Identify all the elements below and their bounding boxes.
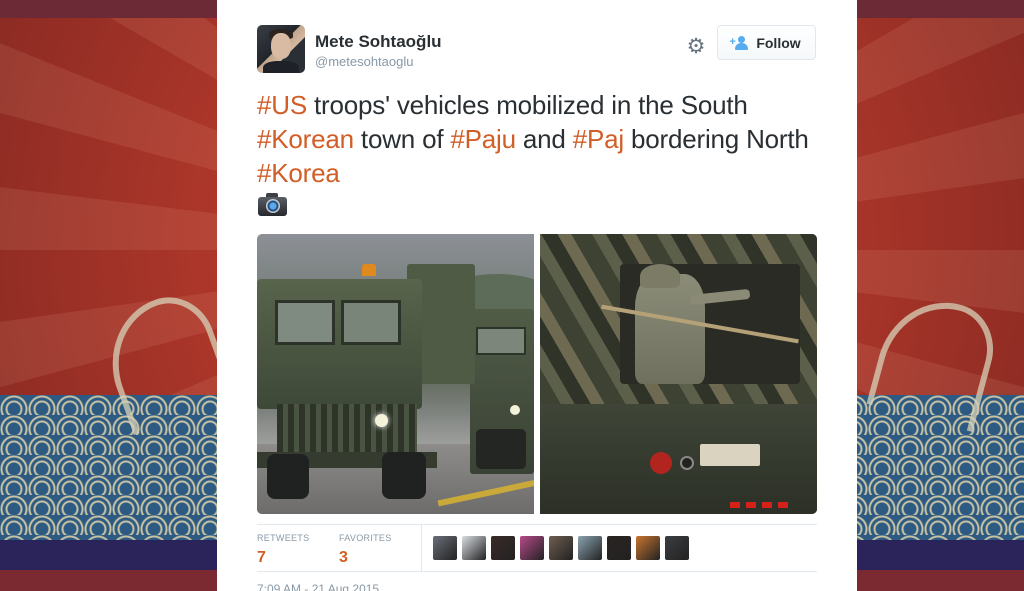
tweet-text-segment: bordering North — [623, 124, 809, 154]
stats-divider — [257, 524, 817, 525]
user-avatar-9[interactable] — [665, 536, 689, 560]
author-handle[interactable]: @metesohtaoglu — [315, 54, 413, 69]
tweet-photo-trucks[interactable] — [257, 234, 534, 514]
camera-icon — [258, 193, 287, 217]
tweet-text-segment: and — [515, 124, 573, 154]
hashtag-link[interactable]: #Paj — [573, 124, 624, 154]
retweets-label: RETWEETS — [257, 533, 310, 543]
retweets-stat[interactable]: RETWEETS 7 — [257, 533, 309, 567]
gear-icon[interactable]: ⚙ — [685, 35, 707, 57]
tweet-photo-soldiers[interactable] — [540, 234, 817, 514]
user-avatar-6[interactable] — [578, 536, 602, 560]
tweet-timestamp[interactable]: 7:09 AM - 21 Aug 2015 — [257, 582, 379, 591]
tweet-header: Mete Sohtaoğlu @metesohtaoglu ⚙ + Follow — [257, 25, 817, 75]
user-avatar-2[interactable] — [462, 536, 486, 560]
favoriter-avatars — [433, 536, 689, 560]
user-avatar-1[interactable] — [433, 536, 457, 560]
tweet-text-segment: town of — [353, 124, 451, 154]
tweet-card: Mete Sohtaoğlu @metesohtaoglu ⚙ + Follow… — [217, 0, 857, 591]
favorites-count: 3 — [339, 549, 348, 566]
follow-button[interactable]: + Follow — [717, 25, 816, 60]
footer-divider — [257, 571, 817, 572]
follow-button-label: Follow — [756, 34, 801, 51]
author-name[interactable]: Mete Sohtaoğlu — [315, 32, 442, 52]
user-avatar-5[interactable] — [549, 536, 573, 560]
hashtag-link[interactable]: #US — [257, 90, 307, 120]
user-avatar-7[interactable] — [607, 536, 631, 560]
user-avatar-8[interactable] — [636, 536, 660, 560]
tweet-text-segment: troops' vehicles mobilized in the South — [306, 90, 748, 120]
author-avatar[interactable] — [257, 25, 305, 73]
user-avatar-4[interactable] — [520, 536, 544, 560]
hashtag-link[interactable]: #Paju — [450, 124, 516, 154]
hashtag-link[interactable]: #Korea — [257, 158, 340, 188]
tweet-text: #US troops' vehicles mobilized in the So… — [257, 88, 817, 190]
stats-vertical-divider — [421, 525, 422, 571]
favorites-label: FAVORITES — [339, 533, 392, 543]
retweets-count: 7 — [257, 549, 266, 566]
user-avatar-3[interactable] — [491, 536, 515, 560]
add-user-icon: + — [729, 35, 750, 50]
hashtag-link[interactable]: #Korean — [257, 124, 354, 154]
favorites-stat[interactable]: FAVORITES 3 — [339, 533, 392, 567]
